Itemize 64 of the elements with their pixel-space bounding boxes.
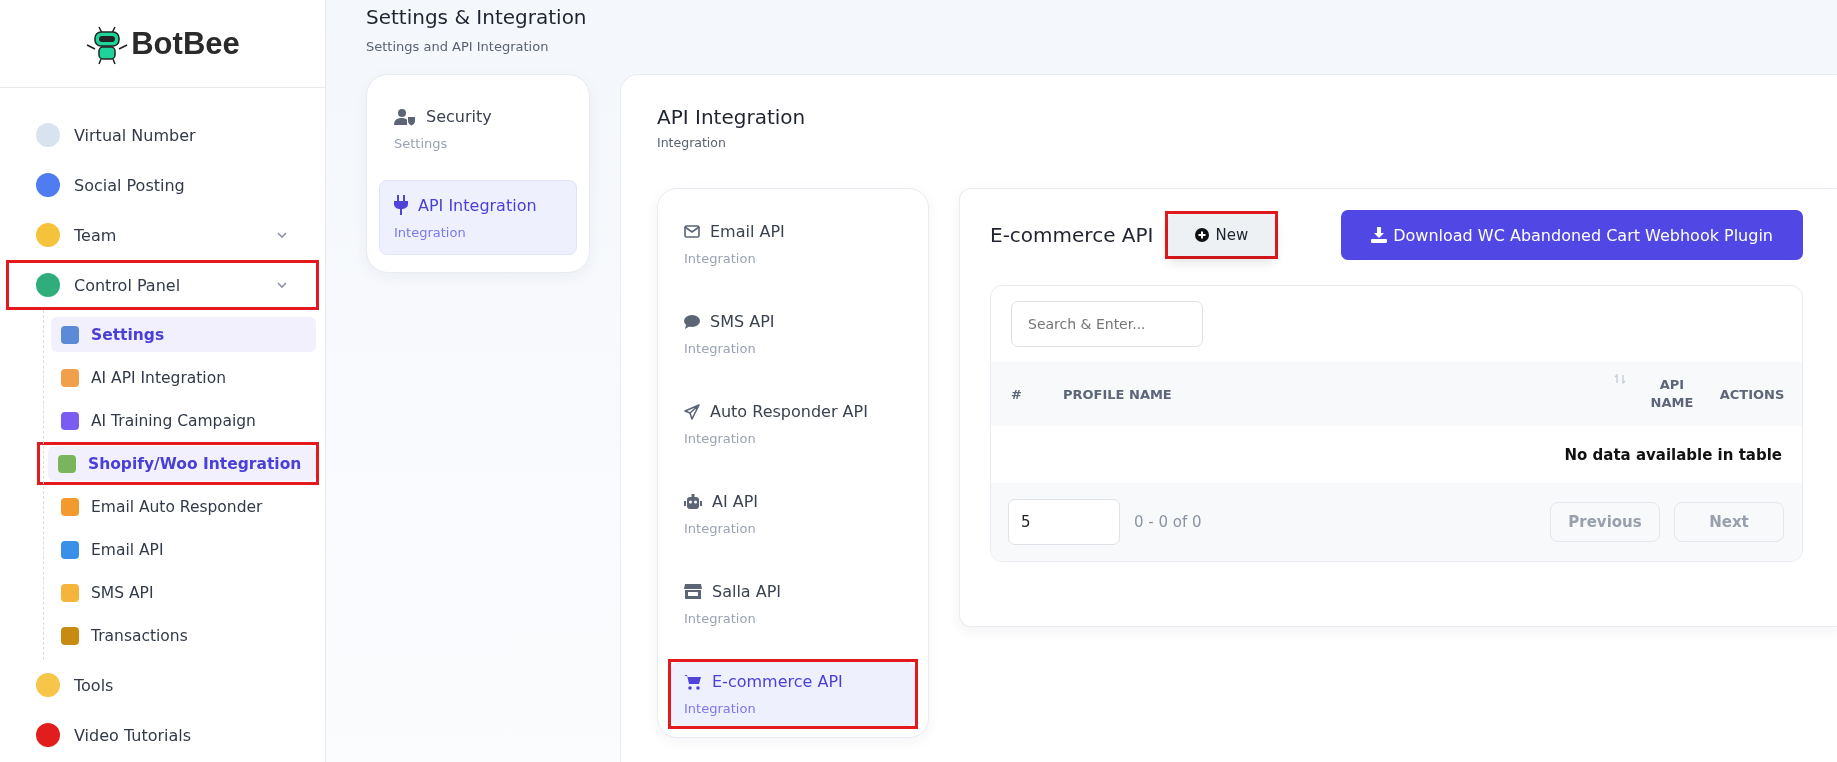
section-title: API Integration [657, 105, 807, 129]
menu-icon [58, 454, 76, 473]
menu-icon [61, 368, 79, 387]
page-subtitle: Settings and API Integration [366, 39, 550, 54]
user-shield-icon [394, 107, 416, 126]
sidebar-item[interactable]: Social Posting [9, 163, 316, 207]
page-size-field[interactable]: 5 [1008, 499, 1120, 545]
sidebar-item[interactable]: Video Tutorials [9, 713, 316, 757]
new-button[interactable]: New [1168, 214, 1276, 256]
record-range: 0 - 0 of 0 [1134, 513, 1202, 531]
submenu-item[interactable]: Shopify/Woo Integration [48, 446, 316, 481]
settings-menu-item[interactable]: API Integration Integration [379, 180, 577, 255]
menu-icon [61, 626, 79, 645]
paper-plane-icon [684, 403, 700, 420]
api-tab[interactable]: Email API Integration [671, 212, 915, 276]
menu-icon [61, 411, 79, 430]
chevron-down-icon [276, 231, 288, 239]
api-tab[interactable]: SMS API Integration [671, 302, 915, 366]
store-icon [684, 584, 702, 599]
submenu-item[interactable]: SMS API [51, 575, 316, 610]
empty-table-message: No data available in table [1564, 445, 1782, 464]
column-header: # [1010, 386, 1023, 402]
menu-icon [36, 273, 60, 297]
plug-icon [394, 195, 408, 215]
menu-icon [61, 540, 79, 559]
submenu-item[interactable]: Email API [51, 532, 316, 567]
menu-icon [36, 173, 60, 197]
column-header: API NAME [1649, 375, 1695, 412]
ecommerce-title: E-commerce API [990, 223, 1154, 247]
menu-icon [36, 723, 60, 747]
column-header: ACTIONS [1718, 386, 1786, 402]
chat-bubble-icon [684, 314, 700, 329]
sidebar-item[interactable]: Virtual Number [9, 113, 316, 157]
cart-icon [684, 673, 702, 690]
sidebar-item[interactable]: Tools [9, 663, 316, 707]
brand-name: BotBee [131, 25, 240, 62]
api-tab[interactable]: E-commerce API Integration [671, 662, 915, 726]
sidebar-item[interactable]: Team [9, 213, 316, 257]
submenu-item[interactable]: Transactions [51, 618, 316, 653]
menu-icon [61, 325, 79, 344]
menu-icon [36, 223, 60, 247]
api-tab[interactable]: Auto Responder API Integration [671, 392, 915, 456]
api-tab[interactable]: Salla API Integration [671, 572, 915, 636]
sort-icon [1614, 374, 1626, 384]
download-icon [1371, 227, 1388, 243]
submenu-item[interactable]: Settings [51, 317, 316, 352]
section-subtitle: Integration [657, 135, 727, 150]
submenu-item[interactable]: AI API Integration [51, 360, 316, 395]
api-tab[interactable]: AI API Integration [671, 482, 915, 546]
plus-circle-icon [1195, 228, 1210, 242]
page-title: Settings & Integration [366, 5, 588, 29]
robot-icon [684, 494, 702, 509]
envelope-icon [684, 225, 700, 238]
menu-icon [36, 673, 60, 697]
download-button[interactable]: Download WC Abandoned Cart Webhook Plugin [1341, 210, 1803, 260]
settings-menu-item[interactable]: Security Settings [379, 92, 577, 166]
menu-icon [36, 123, 60, 147]
submenu-item[interactable]: AI Training Campaign [51, 403, 316, 438]
menu-icon [61, 497, 79, 516]
menu-icon [61, 583, 79, 602]
column-header[interactable]: PROFILE NAME [1061, 386, 1614, 402]
search-field[interactable]: Search & Enter... [1011, 301, 1203, 347]
submenu-item[interactable]: Email Auto Responder [51, 489, 316, 524]
chevron-down-icon [276, 281, 288, 289]
